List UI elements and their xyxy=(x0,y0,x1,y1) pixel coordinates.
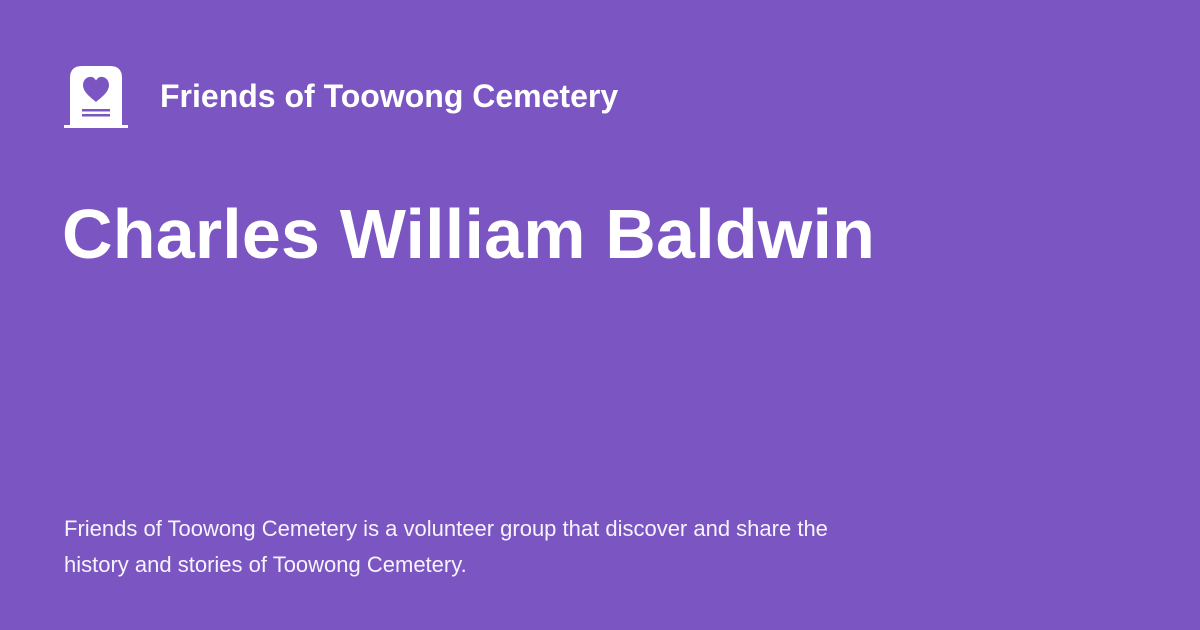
page-title: Charles William Baldwin xyxy=(62,195,876,273)
site-description: Friends of Toowong Cemetery is a volunte… xyxy=(64,516,828,577)
brand-header: Friends of Toowong Cemetery xyxy=(64,64,618,128)
site-name: Friends of Toowong Cemetery xyxy=(160,78,619,114)
social-share-card: Friends of Toowong Cemetery Charles Will… xyxy=(0,0,1200,630)
heart-headstone-icon xyxy=(64,64,128,128)
